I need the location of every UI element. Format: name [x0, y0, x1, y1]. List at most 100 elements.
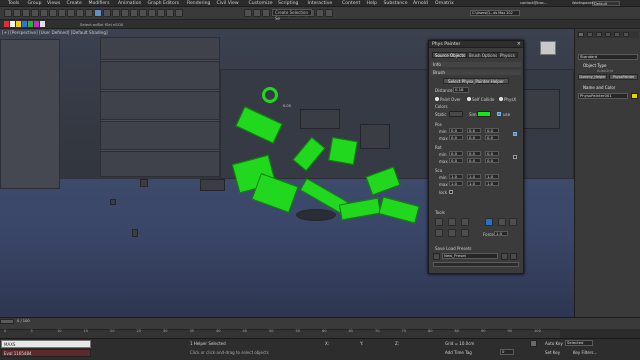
snap-icon[interactable] [148, 9, 156, 17]
menu-item-customize[interactable]: Customize [249, 1, 273, 6]
rot-max-x[interactable]: 0.0 [449, 158, 463, 163]
menu-item-group[interactable]: Group [28, 1, 42, 6]
dummy-helper-button[interactable]: Dummy_Helper [578, 74, 607, 80]
auto-key-label[interactable]: Auto Key [545, 341, 563, 346]
modify-icon[interactable] [587, 32, 593, 37]
key-filters-button[interactable]: Key Filters... [573, 350, 597, 355]
percent-snap-icon[interactable] [166, 9, 174, 17]
force-icon[interactable] [485, 218, 493, 226]
tab-physics[interactable]: Physics [497, 52, 518, 58]
menu-item-scripting[interactable]: Scripting [278, 1, 298, 6]
scale-lock-checkbox[interactable] [449, 190, 453, 194]
sphere-icon[interactable] [461, 218, 469, 226]
menu-item-content[interactable]: Content [342, 1, 360, 6]
scale-max-x[interactable]: 1.0 [449, 181, 463, 186]
scale-max-y[interactable]: 1.0 [467, 181, 481, 186]
edit-named-icon[interactable] [244, 9, 252, 17]
ribbon-swatch[interactable] [10, 21, 15, 27]
add-time-tag[interactable]: Add Time Tag [445, 350, 472, 355]
sim-color-swatch[interactable] [477, 111, 491, 117]
window-icon[interactable] [85, 9, 93, 17]
undo-icon[interactable] [4, 9, 12, 17]
hierarchy-icon[interactable] [596, 32, 602, 37]
user-account[interactable]: contact@troc... [520, 1, 547, 5]
pos-max-y[interactable]: 0.0 [467, 135, 481, 140]
scatter-icon[interactable] [448, 218, 456, 226]
static-color-swatch[interactable] [449, 111, 463, 117]
maxscript-output[interactable]: Eval 1165484 [1, 349, 91, 357]
set-key-icon[interactable] [530, 340, 537, 347]
category-dropdown[interactable]: Standard [578, 54, 638, 60]
scale-max-z[interactable]: 1.0 [485, 181, 499, 186]
self-collide-radio[interactable] [467, 97, 471, 101]
menu-item-help[interactable]: Help [367, 1, 377, 6]
ribbon-swatch[interactable] [40, 21, 45, 27]
erase-icon[interactable] [509, 218, 517, 226]
pos-min-z[interactable]: 0.0 [485, 128, 499, 133]
placement-icon[interactable] [121, 9, 129, 17]
ribbon-swatch[interactable] [16, 21, 21, 27]
physx-radio[interactable] [499, 97, 503, 101]
render-icon[interactable] [325, 9, 333, 17]
preset-list[interactable] [433, 262, 519, 267]
select-helper-button[interactable]: Select Physx_Painter Helper [443, 78, 509, 84]
tab-brush-options[interactable]: Brush Options [466, 52, 501, 58]
maxscript-mini-listener[interactable]: MAXS [1, 340, 91, 348]
align-icon[interactable] [262, 9, 270, 17]
scale-min-z[interactable]: 1.0 [485, 174, 499, 179]
current-frame-field[interactable]: 0 [500, 349, 514, 355]
workspace-dropdown[interactable]: Default [592, 1, 620, 6]
rot-lock-checkbox[interactable] [513, 155, 517, 159]
rot-min-z[interactable]: 0.0 [485, 151, 499, 156]
menu-item-tools[interactable]: Tools [8, 1, 19, 6]
settings-icon[interactable] [510, 253, 517, 260]
region-icon[interactable] [76, 9, 84, 17]
motion-icon[interactable] [605, 32, 611, 37]
object-type-header[interactable]: Object Type [583, 63, 607, 68]
ribbon-swatch[interactable] [28, 21, 33, 27]
close-icon[interactable]: × [517, 41, 521, 48]
bind-icon[interactable] [40, 9, 48, 17]
menu-item-views[interactable]: Views [47, 1, 60, 6]
menu-item-civil-view[interactable]: Civil View [217, 1, 239, 6]
info-rollout[interactable]: Info [431, 62, 521, 67]
mirror-icon[interactable] [253, 9, 261, 17]
rot-max-y[interactable]: 0.0 [467, 158, 481, 163]
redo-icon[interactable] [13, 9, 21, 17]
object-color-swatch[interactable] [631, 93, 638, 99]
brush-rollout[interactable]: Brush [431, 70, 521, 75]
object-name-field[interactable]: PhysxPainter001 [578, 93, 628, 99]
project-path-field[interactable]: C:\Users\Q...ds Max 202 [470, 10, 520, 16]
menu-item-create[interactable]: Create [67, 1, 82, 6]
select-name-icon[interactable] [67, 9, 75, 17]
ribbon-swatch[interactable] [34, 21, 39, 27]
ribbon-swatch[interactable] [4, 21, 9, 27]
menu-item-graph-editors[interactable]: Graph Editors [148, 1, 180, 6]
time-slider[interactable] [0, 317, 640, 329]
scale-min-x[interactable]: 1.0 [449, 174, 463, 179]
unlink-icon[interactable] [31, 9, 39, 17]
rot-max-z[interactable]: 0.0 [485, 158, 499, 163]
panel-title[interactable]: Phys Painter [429, 41, 523, 48]
physx-painter-button[interactable]: PhysxPainter [609, 74, 638, 80]
paint-over-radio[interactable] [435, 97, 439, 101]
menu-item-arnold[interactable]: Arnold [413, 1, 428, 6]
align-icon[interactable] [448, 229, 456, 237]
pos-min-y[interactable]: 0.0 [467, 128, 481, 133]
use-checkbox[interactable] [497, 112, 501, 116]
render-frame-icon[interactable] [316, 9, 324, 17]
painted-object[interactable] [328, 136, 358, 166]
pos-min-x[interactable]: 0.0 [449, 128, 463, 133]
tab-source-objects[interactable]: Source Objects [432, 52, 469, 58]
force-field[interactable]: 1.0 [494, 231, 508, 236]
save-preset-icon[interactable] [433, 253, 440, 260]
time-slider-thumb[interactable] [0, 319, 14, 324]
filter-icon[interactable] [49, 9, 57, 17]
menu-item-ornatrix[interactable]: Ornatrix [435, 1, 454, 6]
menu-item-substance[interactable]: Substance [384, 1, 408, 6]
pos-max-x[interactable]: 0.0 [449, 135, 463, 140]
display-icon[interactable] [614, 32, 620, 37]
ribbon-swatch[interactable] [22, 21, 27, 27]
menu-item-animation[interactable]: Animation [118, 1, 141, 6]
load-preset-icon[interactable] [501, 253, 508, 260]
